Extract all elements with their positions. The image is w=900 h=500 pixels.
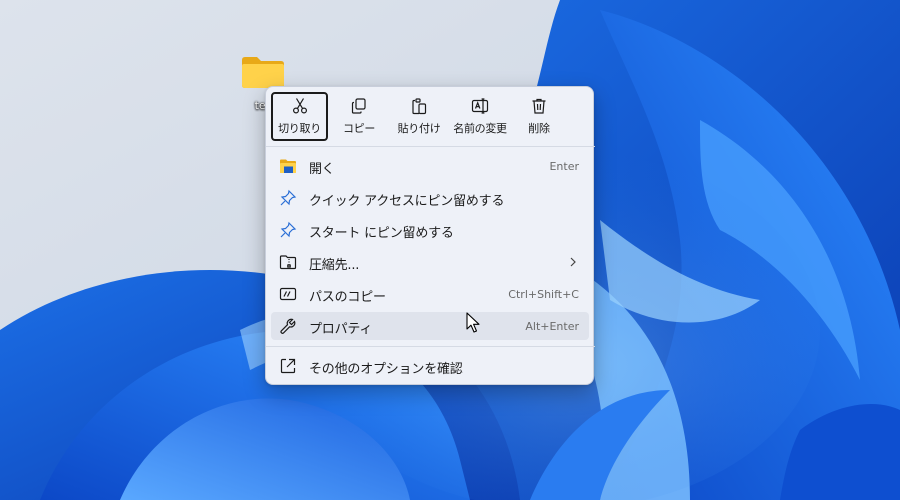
menu-item-pin-start-label: スタート にピン留めする <box>309 226 454 241</box>
delete-button[interactable]: 削除 <box>514 92 564 141</box>
menu-item-pin-start[interactable]: スタート にピン留めする <box>271 216 589 244</box>
menu-item-compress[interactable]: 圧縮先... <box>271 248 589 276</box>
copy-button[interactable]: コピー <box>334 92 384 141</box>
menu-item-copy-path-shortcut: Ctrl+Shift+C <box>508 288 579 301</box>
menu-item-properties[interactable]: プロパティ Alt+Enter <box>271 312 589 340</box>
copy-button-label: コピー <box>342 122 376 135</box>
paste-button[interactable]: 貼り付け <box>390 92 448 141</box>
menu-item-pin-quick-access-label: クイック アクセスにピン留めする <box>309 194 505 209</box>
copy-icon <box>351 98 366 114</box>
paste-icon <box>412 98 427 115</box>
cut-button[interactable]: 切り取り <box>271 92 328 141</box>
menu-item-copy-path-label: パスのコピー <box>309 290 386 305</box>
menu-separator <box>266 146 595 147</box>
menu-item-compress-label: 圧縮先... <box>309 258 360 273</box>
menu-item-open-label: 開く <box>309 162 335 177</box>
zip-folder-icon <box>279 255 297 270</box>
context-menu: 切り取り コピー 貼り付け 名前の変更 削除 開く Enter クイック アクセ… <box>265 86 595 385</box>
menu-separator <box>266 346 595 347</box>
paste-button-label: 貼り付け <box>397 122 441 135</box>
chevron-right-icon <box>570 257 576 267</box>
context-menu-toolbar: 切り取り コピー 貼り付け 名前の変更 削除 <box>266 87 595 145</box>
menu-item-pin-quick-access[interactable]: クイック アクセスにピン留めする <box>271 184 589 212</box>
mouse-cursor-icon <box>466 312 480 333</box>
folder-icon <box>242 57 284 88</box>
menu-item-more-options[interactable]: その他のオプションを確認 <box>271 352 589 380</box>
rename-button[interactable]: 名前の変更 <box>450 92 510 141</box>
pin-icon <box>280 189 297 206</box>
menu-item-open-shortcut: Enter <box>549 160 579 173</box>
rename-button-label: 名前の変更 <box>453 122 507 135</box>
path-copy-icon <box>279 287 297 301</box>
cut-button-label: 切り取り <box>278 122 321 135</box>
pin-icon <box>280 221 297 238</box>
delete-button-label: 削除 <box>528 122 550 135</box>
rename-icon <box>471 98 489 114</box>
scissors-icon <box>292 98 307 114</box>
desktop: tes 切り取り コピー 貼り付け 名前の変更 削除 開く Enter クイック… <box>0 0 900 500</box>
menu-item-properties-shortcut: Alt+Enter <box>525 320 579 333</box>
menu-item-copy-path[interactable]: パスのコピー Ctrl+Shift+C <box>271 280 589 308</box>
trash-icon <box>532 98 546 114</box>
folder-open-icon <box>280 159 296 173</box>
menu-item-open[interactable]: 開く Enter <box>271 152 589 180</box>
menu-item-properties-label: プロパティ <box>309 322 373 337</box>
wrench-icon <box>280 318 296 334</box>
menu-item-more-options-label: その他のオプションを確認 <box>309 362 463 377</box>
external-icon <box>280 358 296 374</box>
